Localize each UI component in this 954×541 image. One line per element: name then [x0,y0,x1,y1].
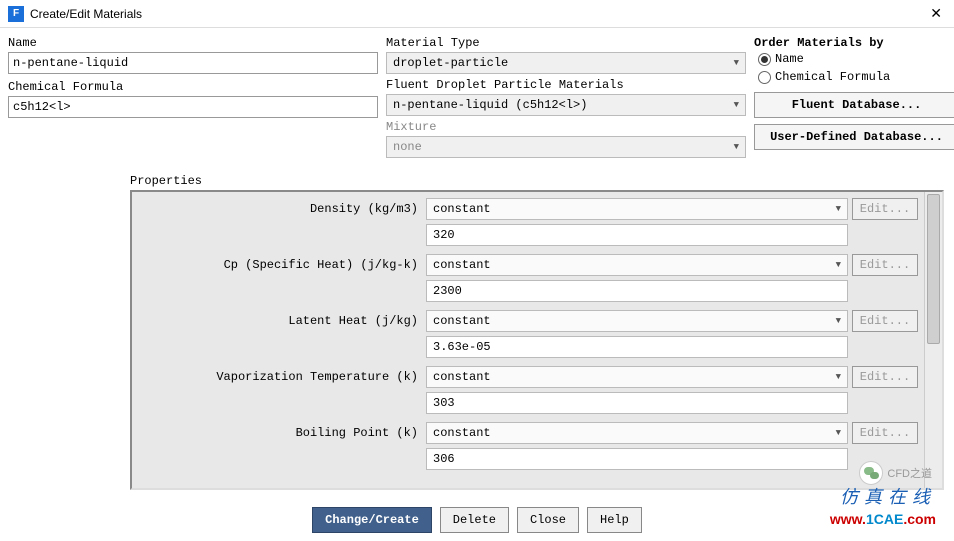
scrollbar-thumb[interactable] [927,194,940,344]
fdpm-value: n-pentane-liquid (c5h12<l>) [393,98,587,112]
property-value-input[interactable] [426,392,848,414]
properties-section: Properties Density (kg/m3) constant ▼ Edit.… [8,174,946,489]
fdpm-label: Fluent Droplet Particle Materials [386,78,746,92]
name-label: Name [8,36,378,50]
property-value-input[interactable] [426,336,848,358]
property-edit-button[interactable]: Edit... [852,366,918,388]
change-create-button[interactable]: Change/Create [312,507,432,533]
material-type-dropdown[interactable]: droplet-particle ▼ [386,52,746,74]
left-column: Name Chemical Formula [8,36,378,118]
name-input[interactable] [8,52,378,74]
property-edit-button[interactable]: Edit... [852,254,918,276]
formula-label: Chemical Formula [8,80,378,94]
order-opt-name: Name [775,52,804,66]
chevron-down-icon: ▼ [836,372,841,382]
delete-button[interactable]: Delete [440,507,509,533]
property-label: Density (kg/m3) [138,202,422,216]
properties-label: Properties [8,174,946,190]
property-method-dropdown[interactable]: constant ▼ [426,422,848,444]
property-row: Cp (Specific Heat) (j/kg-k) constant ▼ Edit… [138,254,918,276]
property-label: Latent Heat (j/kg) [138,314,422,328]
property-label: Cp (Specific Heat) (j/kg-k) [138,258,422,272]
property-value-input[interactable] [426,224,848,246]
order-by-name-radio[interactable]: Name [754,50,954,68]
property-row: Latent Heat (j/kg) constant ▼ Edit... [138,310,918,332]
chevron-down-icon: ▼ [836,260,841,270]
watermark-brand: 仿真在线 [840,483,936,509]
property-method-dropdown[interactable]: constant ▼ [426,198,848,220]
property-method-dropdown[interactable]: constant ▼ [426,310,848,332]
watermark-url: www.1CAE.com [830,511,936,527]
property-row: Density (kg/m3) constant ▼ Edit... [138,198,918,220]
chevron-down-icon: ▼ [836,428,841,438]
property-value-input[interactable] [426,448,848,470]
order-title: Order Materials by [754,36,954,50]
property-edit-button[interactable]: Edit... [852,310,918,332]
property-value-row [138,280,918,302]
property-value-row [138,224,918,246]
formula-input[interactable] [8,96,378,118]
wechat-icon [859,461,883,485]
property-method-dropdown[interactable]: constant ▼ [426,366,848,388]
property-edit-button[interactable]: Edit... [852,422,918,444]
titlebar: F Create/Edit Materials ✕ [0,0,954,28]
radio-icon [758,53,771,66]
close-button[interactable]: Close [517,507,579,533]
chevron-down-icon: ▼ [734,100,739,110]
right-column: Order Materials by Name Chemical Formula… [754,36,954,150]
property-method-value: constant [433,370,491,384]
fluent-database-button[interactable]: Fluent Database... [754,92,954,118]
window-title: Create/Edit Materials [30,7,142,21]
user-defined-database-button[interactable]: User-Defined Database... [754,124,954,150]
property-label: Boiling Point (k) [138,426,422,440]
order-opt-formula: Chemical Formula [775,70,890,84]
chevron-down-icon: ▼ [734,142,739,152]
property-row: Vaporization Temperature (k) constant ▼ Edi… [138,366,918,388]
mixture-value: none [393,140,422,154]
chevron-down-icon: ▼ [734,58,739,68]
property-method-value: constant [433,258,491,272]
property-edit-button[interactable]: Edit... [852,198,918,220]
property-method-value: constant [433,426,491,440]
bottom-button-bar: Change/Create Delete Close Help [0,507,954,533]
help-button[interactable]: Help [587,507,642,533]
mixture-label: Mixture [386,120,746,134]
close-icon[interactable]: ✕ [926,5,946,22]
material-type-label: Material Type [386,36,746,50]
properties-scroll-area: Density (kg/m3)constant▼Edit...Cp (Speci… [132,192,924,488]
property-value-row [138,336,918,358]
property-label: Vaporization Temperature (k) [138,370,422,384]
property-row: Boiling Point (k) constant ▼ Edit... [138,422,918,444]
scrollbar[interactable] [924,192,942,488]
order-by-formula-radio[interactable]: Chemical Formula [754,68,954,86]
middle-column: Material Type droplet-particle ▼ Fluent … [386,36,746,158]
property-method-value: constant [433,202,491,216]
property-value-row [138,448,918,470]
property-value-row [138,392,918,414]
radio-icon [758,71,771,84]
fdpm-dropdown[interactable]: n-pentane-liquid (c5h12<l>) ▼ [386,94,746,116]
properties-box: Density (kg/m3)constant▼Edit...Cp (Speci… [130,190,944,490]
property-method-dropdown[interactable]: constant ▼ [426,254,848,276]
app-icon: F [8,6,24,22]
chevron-down-icon: ▼ [836,204,841,214]
mixture-dropdown: none ▼ [386,136,746,158]
watermark-wechat: CFD之道 [859,461,932,485]
chevron-down-icon: ▼ [836,316,841,326]
property-value-input[interactable] [426,280,848,302]
property-method-value: constant [433,314,491,328]
material-type-value: droplet-particle [393,56,508,70]
